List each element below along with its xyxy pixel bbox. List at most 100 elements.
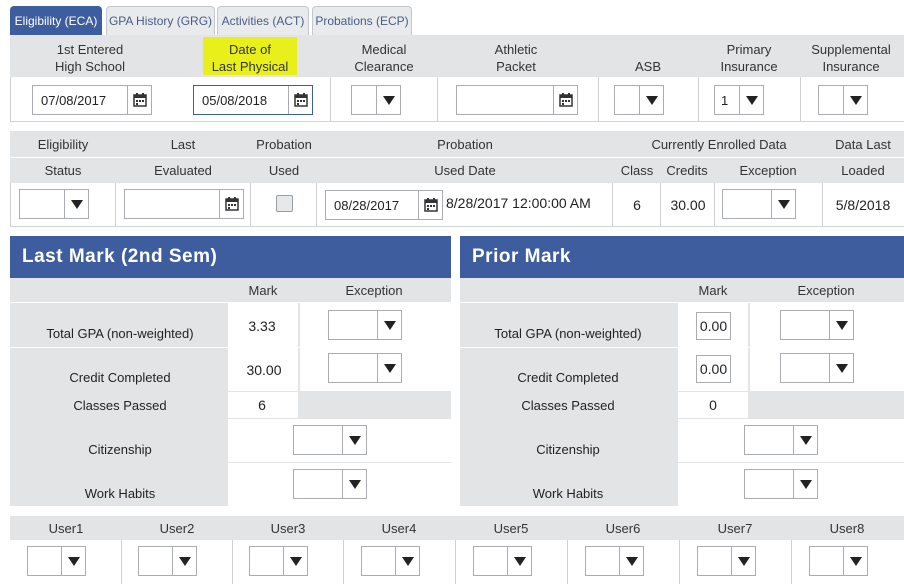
first-entered-date-value: 07/08/2017 <box>41 92 107 108</box>
user8-select[interactable] <box>809 546 868 576</box>
divider <box>791 540 792 584</box>
chevron-down-icon <box>793 426 817 454</box>
user1-label: User1 <box>48 521 84 536</box>
divider <box>800 77 801 121</box>
user7-select[interactable] <box>697 546 756 576</box>
exception-select[interactable] <box>722 189 796 219</box>
probation-used-date-text: 8/28/2017 12:00:00 AM <box>446 195 591 211</box>
supplemental-insurance-select[interactable] <box>818 85 868 115</box>
header-class: Class <box>620 163 654 178</box>
last-total-gpa-label: Total GPA (non-weighted) <box>46 326 194 341</box>
prior-credit-completed-input[interactable]: 0.00 <box>696 355 731 383</box>
last-mark-title: Last Mark (2nd Sem) <box>10 236 451 278</box>
tab-eligibility[interactable]: Eligibility (ECA) <box>10 6 102 35</box>
tab-activities[interactable]: Activities (ACT) <box>217 6 309 35</box>
divider <box>679 540 680 584</box>
data-loaded-value: 5/8/2018 <box>835 197 891 213</box>
divider <box>822 183 823 226</box>
probation-used-date-input[interactable]: 08/28/2017 <box>325 190 443 220</box>
athletic-packet-date-input[interactable] <box>456 85 578 115</box>
divider <box>316 183 317 226</box>
user3-select[interactable] <box>249 546 308 576</box>
header-probation-date: Probation <box>437 137 493 152</box>
divider <box>10 183 11 226</box>
chevron-down-icon <box>172 547 196 575</box>
last-work-habits-select[interactable] <box>293 469 367 499</box>
last-work-habits-label: Work Habits <box>84 486 156 501</box>
divider <box>115 183 116 226</box>
header-credits: Credits <box>666 163 708 178</box>
calendar-icon[interactable] <box>219 190 243 218</box>
prior-work-habits-label: Work Habits <box>532 486 604 501</box>
first-entered-date-input[interactable]: 07/08/2017 <box>32 85 152 115</box>
chevron-down-icon <box>731 547 755 575</box>
header-used-date: Used Date <box>434 163 496 178</box>
user4-select[interactable] <box>361 546 420 576</box>
divider <box>660 183 661 226</box>
last-total-gpa-exception-select[interactable] <box>328 310 402 340</box>
asb-select[interactable] <box>614 85 664 115</box>
probation-used-checkbox[interactable] <box>276 195 293 212</box>
user4-label: User4 <box>381 521 417 536</box>
last-citizenship-select[interactable] <box>293 425 367 455</box>
chevron-down-icon <box>283 547 307 575</box>
header-date-last-physical: Date of Last Physical <box>203 37 297 75</box>
prior-credit-completed-exception-select[interactable] <box>780 353 854 383</box>
prior-total-gpa-input[interactable]: 0.00 <box>696 312 731 340</box>
medical-clearance-select[interactable] <box>351 85 401 115</box>
prior-mark-col-exception: Exception <box>797 283 855 298</box>
chevron-down-icon <box>64 190 88 218</box>
chevron-down-icon <box>829 354 853 382</box>
header-primary-insurance: Primary Insurance <box>720 42 778 74</box>
asb-value <box>615 86 639 114</box>
last-total-gpa-mark: 3.33 <box>248 318 276 334</box>
prior-citizenship-select[interactable] <box>744 425 818 455</box>
header-athletic-packet: Athletic Packet <box>494 42 538 74</box>
calendar-icon[interactable] <box>418 191 442 219</box>
chevron-down-icon <box>377 354 401 382</box>
divider <box>455 540 456 584</box>
last-credit-completed-label: Credit Completed <box>69 370 171 385</box>
prior-total-gpa-label: Total GPA (non-weighted) <box>494 326 642 341</box>
eligibility-status-value <box>20 190 64 218</box>
credits-value: 30.00 <box>670 197 706 213</box>
user1-select[interactable] <box>27 546 86 576</box>
divider <box>232 540 233 584</box>
probation-used-date-value: 08/28/2017 <box>334 197 400 213</box>
prior-total-gpa-exception-select[interactable] <box>780 310 854 340</box>
divider <box>250 183 251 226</box>
chevron-down-icon <box>771 190 795 218</box>
last-classes-passed-mark: 6 <box>258 397 266 413</box>
header-loaded: Loaded <box>841 163 885 178</box>
last-evaluated-date-input[interactable] <box>124 189 244 219</box>
tab-probations[interactable]: Probations (ECP) <box>312 6 412 35</box>
last-classes-passed-label: Classes Passed <box>73 398 167 413</box>
chevron-down-icon <box>843 86 867 114</box>
user5-select[interactable] <box>473 546 532 576</box>
calendar-icon[interactable] <box>127 86 151 114</box>
divider <box>698 77 699 121</box>
calendar-icon[interactable] <box>553 86 577 114</box>
last-physical-date-value: 05/08/2018 <box>202 92 268 108</box>
chevron-down-icon <box>342 426 366 454</box>
divider <box>10 77 11 121</box>
chevron-down-icon <box>342 470 366 498</box>
primary-insurance-value: 1 <box>721 92 729 108</box>
divider <box>598 77 599 121</box>
divider <box>10 157 904 158</box>
calendar-icon[interactable] <box>288 86 312 114</box>
tab-gpa-history[interactable]: GPA History (GRG) <box>106 6 215 35</box>
user2-select[interactable] <box>138 546 197 576</box>
user6-select[interactable] <box>585 546 644 576</box>
header-probation: Probation <box>256 137 312 152</box>
divider <box>343 540 344 584</box>
chevron-down-icon <box>61 547 85 575</box>
eligibility-status-select[interactable] <box>19 189 89 219</box>
last-credit-completed-exception-select[interactable] <box>328 353 402 383</box>
chevron-down-icon <box>376 86 400 114</box>
last-physical-date-input[interactable]: 05/08/2018 <box>193 85 313 115</box>
primary-insurance-select[interactable]: 1 <box>714 85 764 115</box>
user8-label: User8 <box>829 521 865 536</box>
prior-work-habits-select[interactable] <box>744 469 818 499</box>
divider <box>612 183 613 226</box>
